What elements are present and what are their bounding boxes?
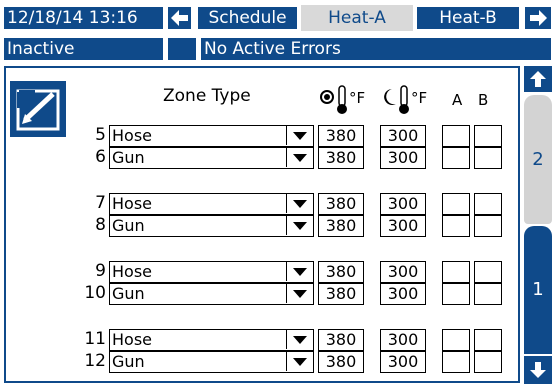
zone-type-select[interactable]: Hose — [109, 125, 314, 147]
zone-number: 7 — [95, 193, 106, 213]
chevron-down-icon — [286, 262, 313, 281]
chevron-down-icon — [286, 330, 313, 349]
chevron-down-icon — [286, 148, 313, 167]
sun-thermometer-icon — [320, 85, 347, 114]
low-temp-field[interactable]: 300 — [380, 147, 426, 169]
setpoint-field[interactable]: 380 — [318, 125, 364, 147]
tab-heat-a[interactable]: Heat-A — [301, 5, 413, 31]
zone-type-value: Hose — [112, 262, 152, 281]
zone-type-value: Hose — [112, 126, 152, 145]
zone-a-checkbox[interactable] — [442, 283, 470, 305]
setpoint-header: °F — [320, 83, 368, 117]
zone-type-select[interactable]: Gun — [109, 215, 314, 237]
zone-a-checkbox[interactable] — [442, 329, 470, 351]
zone-type-select[interactable]: Hose — [109, 261, 314, 283]
setpoint-field[interactable]: 380 — [318, 261, 364, 283]
down-arrow-icon — [530, 362, 546, 378]
zone-type-select[interactable]: Hose — [109, 193, 314, 215]
zone-type-select[interactable]: Hose — [109, 329, 314, 351]
zone-b-checkbox[interactable] — [474, 283, 502, 305]
zone-a-checkbox[interactable] — [442, 125, 470, 147]
zone-type-select[interactable]: Gun — [109, 147, 314, 169]
zone-number: 11 — [84, 329, 106, 349]
zone-type-value: Gun — [112, 284, 145, 303]
chevron-down-icon — [286, 284, 313, 303]
setpoint-field[interactable]: 380 — [318, 147, 364, 169]
chevron-down-icon — [286, 194, 313, 213]
prev-screen-button[interactable] — [166, 5, 193, 31]
setpoint-field[interactable]: 380 — [318, 329, 364, 351]
setpoint-field[interactable]: 380 — [318, 215, 364, 237]
zone-a-checkbox[interactable] — [442, 147, 470, 169]
zone-b-checkbox[interactable] — [474, 125, 502, 147]
tab-schedule[interactable]: Schedule — [196, 5, 299, 31]
edit-button[interactable] — [10, 81, 66, 137]
zone-a-checkbox[interactable] — [442, 351, 470, 373]
low-temp-unit: °F — [411, 89, 428, 107]
low-temp-field[interactable]: 300 — [380, 329, 426, 351]
low-temp-header: °F — [382, 83, 432, 117]
low-temp-field[interactable]: 300 — [380, 261, 426, 283]
zone-type-value: Hose — [112, 194, 152, 213]
left-arrow-icon — [171, 10, 188, 26]
low-temp-field[interactable]: 300 — [380, 125, 426, 147]
zone-a-checkbox[interactable] — [442, 193, 470, 215]
setpoint-unit: °F — [349, 89, 366, 107]
zone-b-checkbox[interactable] — [474, 193, 502, 215]
next-screen-button[interactable] — [523, 5, 553, 31]
page-2-button[interactable]: 2 — [524, 95, 552, 224]
page-1-button[interactable]: 1 — [524, 226, 552, 354]
setpoint-field[interactable]: 380 — [318, 193, 364, 215]
chevron-down-icon — [286, 216, 313, 235]
zone-number: 9 — [95, 261, 106, 281]
page-up-button[interactable] — [524, 66, 552, 92]
column-a-header: A — [452, 91, 463, 109]
error-status: No Active Errors — [199, 36, 553, 62]
system-status: Inactive — [2, 36, 165, 62]
setpoint-field[interactable]: 380 — [318, 351, 364, 373]
zone-b-checkbox[interactable] — [474, 351, 502, 373]
edit-icon — [16, 89, 60, 131]
zone-number: 6 — [95, 147, 106, 167]
low-temp-field[interactable]: 300 — [380, 283, 426, 305]
low-temp-field[interactable]: 300 — [380, 351, 426, 373]
tab-heat-b[interactable]: Heat-B — [415, 5, 521, 31]
zone-a-checkbox[interactable] — [442, 215, 470, 237]
zone-type-value: Gun — [112, 148, 145, 167]
zone-b-checkbox[interactable] — [474, 261, 502, 283]
zone-a-checkbox[interactable] — [442, 261, 470, 283]
zone-b-checkbox[interactable] — [474, 215, 502, 237]
up-arrow-icon — [530, 71, 546, 87]
column-b-header: B — [478, 91, 489, 109]
zone-type-value: Gun — [112, 352, 145, 371]
zone-type-header: Zone Type — [163, 86, 251, 106]
datetime-display: 12/18/14 13:16 — [2, 5, 165, 31]
low-temp-field[interactable]: 300 — [380, 215, 426, 237]
setpoint-field[interactable]: 380 — [318, 283, 364, 305]
zone-type-select[interactable]: Gun — [109, 283, 314, 305]
page-down-button[interactable] — [524, 356, 552, 384]
zone-number: 12 — [84, 351, 106, 371]
zone-type-value: Hose — [112, 330, 152, 349]
moon-thermometer-icon — [384, 85, 409, 114]
zone-type-select[interactable]: Gun — [109, 351, 314, 373]
zone-number: 5 — [95, 125, 106, 145]
zone-number: 10 — [84, 283, 106, 303]
chevron-down-icon — [286, 352, 313, 371]
zone-number: 8 — [95, 215, 106, 235]
low-temp-field[interactable]: 300 — [380, 193, 426, 215]
zone-type-value: Gun — [112, 216, 145, 235]
zone-b-checkbox[interactable] — [474, 329, 502, 351]
chevron-down-icon — [286, 126, 313, 145]
zone-b-checkbox[interactable] — [474, 147, 502, 169]
right-arrow-icon — [530, 10, 547, 26]
status-indicator — [166, 36, 198, 62]
